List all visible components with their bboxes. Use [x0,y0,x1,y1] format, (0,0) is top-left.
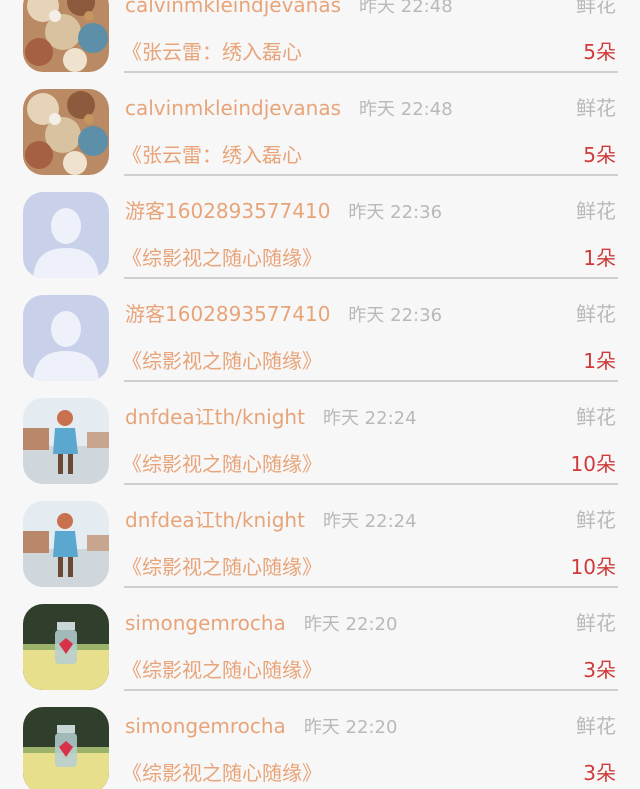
record-header: 游客1602893577410 昨天 22:36 [125,198,442,226]
bottle-avatar-icon[interactable] [23,707,109,789]
gift-type-label: 鲜花 [576,405,616,429]
book-title-link[interactable]: 《综影视之随心随缘》 [122,657,322,683]
timestamp: 昨天 22:48 [359,0,453,17]
timestamp: 昨天 22:20 [303,717,398,738]
gift-quantity: 5朵 [583,40,616,64]
bottle-avatar-icon[interactable] [23,604,109,690]
gift-quantity: 3朵 [583,761,616,785]
gift-record-row[interactable]: 游客1602893577410 昨天 22:36 鲜花 《综影视之随心随缘》 1朵 [0,192,640,295]
default-person-avatar-icon[interactable] [23,295,109,381]
username[interactable]: dnfdea讧th/knight [125,405,305,429]
username[interactable]: calvinmkleindjevanas [125,96,341,120]
timestamp: 昨天 22:24 [322,408,417,429]
book-title-link[interactable]: 《综影视之随心随缘》 [122,348,322,374]
gift-type-label: 鲜花 [576,302,616,326]
shells-avatar-icon[interactable] [23,0,109,72]
girl-photo-avatar-icon[interactable] [23,501,109,587]
username[interactable]: simongemrocha [125,611,286,635]
girl-photo-avatar-icon[interactable] [23,398,109,484]
row-divider [124,277,618,279]
record-header: simongemrocha 昨天 22:20 [125,610,397,638]
gift-type-label: 鲜花 [576,96,616,120]
gift-record-row[interactable]: 游客1602893577410 昨天 22:36 鲜花 《综影视之随心随缘》 1朵 [0,295,640,398]
record-header: dnfdea讧th/knight 昨天 22:24 [125,404,417,432]
gift-record-row[interactable]: simongemrocha 昨天 22:20 鲜花 《综影视之随心随缘》 3朵 [0,707,640,789]
book-title-link[interactable]: 《综影视之随心随缘》 [122,760,322,786]
record-header: 游客1602893577410 昨天 22:36 [125,301,442,329]
row-divider [124,689,618,691]
gift-type-label: 鲜花 [576,714,616,738]
username[interactable]: 游客1602893577410 [125,302,330,326]
row-divider [124,71,618,73]
record-header: dnfdea讧th/knight 昨天 22:24 [125,507,417,535]
gift-record-row[interactable]: simongemrocha 昨天 22:20 鲜花 《综影视之随心随缘》 3朵 [0,604,640,707]
row-divider [124,174,618,176]
book-title-link[interactable]: 《综影视之随心随缘》 [122,451,322,477]
gift-quantity: 1朵 [583,349,616,373]
timestamp: 昨天 22:24 [322,511,417,532]
row-divider [124,380,618,382]
avatar-image [23,707,109,789]
book-title-link[interactable]: 《综影视之随心随缘》 [122,245,322,271]
username[interactable]: 游客1602893577410 [125,199,330,223]
gift-quantity: 10朵 [570,452,616,476]
gift-type-label: 鲜花 [576,0,616,17]
timestamp: 昨天 22:20 [303,614,398,635]
gift-type-label: 鲜花 [576,508,616,532]
book-title-link[interactable]: 《张云雷：绣入磊心 [122,39,302,65]
avatar-image [23,89,109,175]
timestamp: 昨天 22:36 [348,202,443,223]
shells-avatar-icon[interactable] [23,89,109,175]
avatar-image [23,398,109,484]
username[interactable]: simongemrocha [125,714,286,738]
book-title-link[interactable]: 《综影视之随心随缘》 [122,554,322,580]
gift-type-label: 鲜花 [576,199,616,223]
record-header: calvinmkleindjevanas 昨天 22:48 [125,0,453,20]
timestamp: 昨天 22:48 [359,99,453,120]
book-title-link[interactable]: 《张云雷：绣入磊心 [122,142,302,168]
avatar-image [23,501,109,587]
record-header: calvinmkleindjevanas 昨天 22:48 [125,95,453,123]
gift-quantity: 1朵 [583,246,616,270]
gift-quantity: 3朵 [583,658,616,682]
avatar-image [23,604,109,690]
record-header: simongemrocha 昨天 22:20 [125,713,397,741]
row-divider [124,483,618,485]
avatar-image [23,295,109,381]
gift-record-row[interactable]: calvinmkleindjevanas 昨天 22:48 鲜花 《张云雷：绣入磊… [0,89,640,192]
gift-quantity: 5朵 [583,143,616,167]
avatar-image [23,0,109,72]
gift-quantity: 10朵 [570,555,616,579]
username[interactable]: calvinmkleindjevanas [125,0,341,17]
gift-type-label: 鲜花 [576,611,616,635]
username[interactable]: dnfdea讧th/knight [125,508,305,532]
row-divider [124,586,618,588]
gift-record-row[interactable]: dnfdea讧th/knight 昨天 22:24 鲜花 《综影视之随心随缘》 1… [0,398,640,501]
default-person-avatar-icon[interactable] [23,192,109,278]
gift-record-row[interactable]: calvinmkleindjevanas 昨天 22:48 鲜花 《张云雷：绣入磊… [0,0,640,89]
timestamp: 昨天 22:36 [348,305,443,326]
avatar-image [23,192,109,278]
gift-record-row[interactable]: dnfdea讧th/knight 昨天 22:24 鲜花 《综影视之随心随缘》 1… [0,501,640,604]
gift-record-list: calvinmkleindjevanas 昨天 22:48 鲜花 《张云雷：绣入磊… [0,0,640,789]
